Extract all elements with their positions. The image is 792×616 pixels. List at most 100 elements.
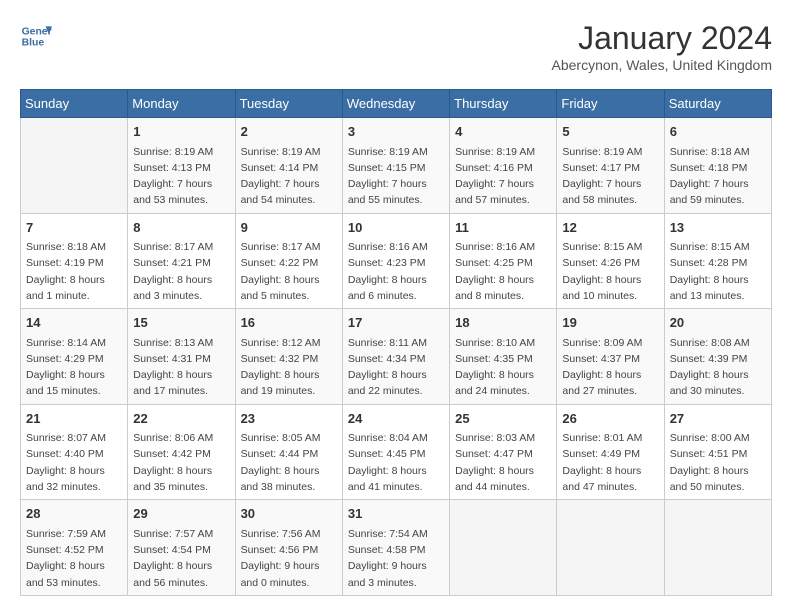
page-header: General Blue January 2024 Abercynon, Wal… [20,20,772,73]
day-number: 26 [562,409,658,429]
day-number: 30 [241,504,337,524]
calendar-cell [21,118,128,214]
day-info: Sunrise: 8:17 AM Sunset: 4:21 PM Dayligh… [133,239,229,304]
calendar-cell: 13Sunrise: 8:15 AM Sunset: 4:28 PM Dayli… [664,213,771,309]
calendar-cell: 17Sunrise: 8:11 AM Sunset: 4:34 PM Dayli… [342,309,449,405]
day-info: Sunrise: 8:19 AM Sunset: 4:16 PM Dayligh… [455,144,551,209]
calendar-week-row: 7Sunrise: 8:18 AM Sunset: 4:19 PM Daylig… [21,213,772,309]
calendar-cell: 24Sunrise: 8:04 AM Sunset: 4:45 PM Dayli… [342,404,449,500]
day-of-week-header: Wednesday [342,90,449,118]
calendar-cell: 12Sunrise: 8:15 AM Sunset: 4:26 PM Dayli… [557,213,664,309]
day-number: 24 [348,409,444,429]
day-number: 11 [455,218,551,238]
day-info: Sunrise: 8:04 AM Sunset: 4:45 PM Dayligh… [348,430,444,495]
day-info: Sunrise: 8:00 AM Sunset: 4:51 PM Dayligh… [670,430,766,495]
calendar-cell: 18Sunrise: 8:10 AM Sunset: 4:35 PM Dayli… [450,309,557,405]
calendar-cell: 6Sunrise: 8:18 AM Sunset: 4:18 PM Daylig… [664,118,771,214]
calendar-cell: 19Sunrise: 8:09 AM Sunset: 4:37 PM Dayli… [557,309,664,405]
day-of-week-header: Friday [557,90,664,118]
svg-text:Blue: Blue [22,38,45,49]
calendar-cell [450,500,557,596]
day-number: 9 [241,218,337,238]
day-info: Sunrise: 8:05 AM Sunset: 4:44 PM Dayligh… [241,430,337,495]
day-of-week-header: Tuesday [235,90,342,118]
day-info: Sunrise: 8:10 AM Sunset: 4:35 PM Dayligh… [455,335,551,400]
calendar-cell: 30Sunrise: 7:56 AM Sunset: 4:56 PM Dayli… [235,500,342,596]
day-number: 7 [26,218,122,238]
calendar-table: SundayMondayTuesdayWednesdayThursdayFrid… [20,89,772,596]
calendar-cell: 28Sunrise: 7:59 AM Sunset: 4:52 PM Dayli… [21,500,128,596]
day-number: 21 [26,409,122,429]
day-info: Sunrise: 8:16 AM Sunset: 4:23 PM Dayligh… [348,239,444,304]
calendar-week-row: 1Sunrise: 8:19 AM Sunset: 4:13 PM Daylig… [21,118,772,214]
calendar-cell: 22Sunrise: 8:06 AM Sunset: 4:42 PM Dayli… [128,404,235,500]
calendar-cell: 27Sunrise: 8:00 AM Sunset: 4:51 PM Dayli… [664,404,771,500]
day-number: 22 [133,409,229,429]
day-info: Sunrise: 7:54 AM Sunset: 4:58 PM Dayligh… [348,526,444,591]
day-info: Sunrise: 8:12 AM Sunset: 4:32 PM Dayligh… [241,335,337,400]
day-number: 19 [562,313,658,333]
day-number: 2 [241,122,337,142]
calendar-cell: 25Sunrise: 8:03 AM Sunset: 4:47 PM Dayli… [450,404,557,500]
day-number: 29 [133,504,229,524]
day-info: Sunrise: 8:06 AM Sunset: 4:42 PM Dayligh… [133,430,229,495]
day-info: Sunrise: 8:19 AM Sunset: 4:14 PM Dayligh… [241,144,337,209]
day-info: Sunrise: 8:08 AM Sunset: 4:39 PM Dayligh… [670,335,766,400]
day-number: 8 [133,218,229,238]
calendar-week-row: 14Sunrise: 8:14 AM Sunset: 4:29 PM Dayli… [21,309,772,405]
day-number: 31 [348,504,444,524]
day-of-week-header: Monday [128,90,235,118]
calendar-cell: 20Sunrise: 8:08 AM Sunset: 4:39 PM Dayli… [664,309,771,405]
day-info: Sunrise: 8:03 AM Sunset: 4:47 PM Dayligh… [455,430,551,495]
day-info: Sunrise: 8:18 AM Sunset: 4:18 PM Dayligh… [670,144,766,209]
day-number: 3 [348,122,444,142]
day-info: Sunrise: 8:19 AM Sunset: 4:13 PM Dayligh… [133,144,229,209]
calendar-cell: 23Sunrise: 8:05 AM Sunset: 4:44 PM Dayli… [235,404,342,500]
logo-icon: General Blue [20,20,52,52]
calendar-cell: 10Sunrise: 8:16 AM Sunset: 4:23 PM Dayli… [342,213,449,309]
day-info: Sunrise: 8:01 AM Sunset: 4:49 PM Dayligh… [562,430,658,495]
day-number: 17 [348,313,444,333]
calendar-cell: 1Sunrise: 8:19 AM Sunset: 4:13 PM Daylig… [128,118,235,214]
day-info: Sunrise: 8:16 AM Sunset: 4:25 PM Dayligh… [455,239,551,304]
day-info: Sunrise: 8:13 AM Sunset: 4:31 PM Dayligh… [133,335,229,400]
day-number: 10 [348,218,444,238]
calendar-cell: 29Sunrise: 7:57 AM Sunset: 4:54 PM Dayli… [128,500,235,596]
day-info: Sunrise: 7:56 AM Sunset: 4:56 PM Dayligh… [241,526,337,591]
calendar-cell [664,500,771,596]
day-info: Sunrise: 8:17 AM Sunset: 4:22 PM Dayligh… [241,239,337,304]
day-number: 20 [670,313,766,333]
day-of-week-header: Thursday [450,90,557,118]
calendar-cell: 15Sunrise: 8:13 AM Sunset: 4:31 PM Dayli… [128,309,235,405]
day-info: Sunrise: 7:59 AM Sunset: 4:52 PM Dayligh… [26,526,122,591]
calendar-title: January 2024 [552,20,772,57]
day-number: 13 [670,218,766,238]
day-info: Sunrise: 8:19 AM Sunset: 4:15 PM Dayligh… [348,144,444,209]
calendar-cell: 31Sunrise: 7:54 AM Sunset: 4:58 PM Dayli… [342,500,449,596]
calendar-cell: 11Sunrise: 8:16 AM Sunset: 4:25 PM Dayli… [450,213,557,309]
calendar-cell: 21Sunrise: 8:07 AM Sunset: 4:40 PM Dayli… [21,404,128,500]
logo: General Blue [20,20,52,52]
day-info: Sunrise: 8:07 AM Sunset: 4:40 PM Dayligh… [26,430,122,495]
day-number: 6 [670,122,766,142]
day-info: Sunrise: 8:11 AM Sunset: 4:34 PM Dayligh… [348,335,444,400]
day-number: 14 [26,313,122,333]
day-info: Sunrise: 8:15 AM Sunset: 4:28 PM Dayligh… [670,239,766,304]
calendar-cell: 14Sunrise: 8:14 AM Sunset: 4:29 PM Dayli… [21,309,128,405]
calendar-cell [557,500,664,596]
title-block: January 2024 Abercynon, Wales, United Ki… [552,20,772,73]
day-of-week-header: Sunday [21,90,128,118]
day-number: 4 [455,122,551,142]
day-number: 27 [670,409,766,429]
day-number: 18 [455,313,551,333]
calendar-cell: 3Sunrise: 8:19 AM Sunset: 4:15 PM Daylig… [342,118,449,214]
day-of-week-header: Saturday [664,90,771,118]
calendar-cell: 26Sunrise: 8:01 AM Sunset: 4:49 PM Dayli… [557,404,664,500]
calendar-header-row: SundayMondayTuesdayWednesdayThursdayFrid… [21,90,772,118]
calendar-week-row: 21Sunrise: 8:07 AM Sunset: 4:40 PM Dayli… [21,404,772,500]
calendar-cell: 8Sunrise: 8:17 AM Sunset: 4:21 PM Daylig… [128,213,235,309]
day-info: Sunrise: 8:18 AM Sunset: 4:19 PM Dayligh… [26,239,122,304]
calendar-cell: 4Sunrise: 8:19 AM Sunset: 4:16 PM Daylig… [450,118,557,214]
calendar-cell: 2Sunrise: 8:19 AM Sunset: 4:14 PM Daylig… [235,118,342,214]
day-number: 1 [133,122,229,142]
